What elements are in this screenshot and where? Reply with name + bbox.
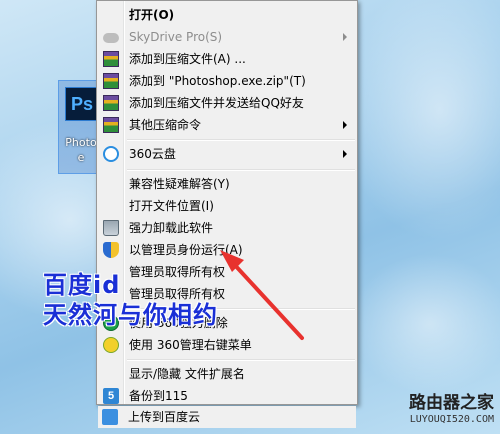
menu-item-label: 使用 360管理右键菜单	[129, 338, 252, 352]
menu-item-compat-troubleshoot[interactable]: 兼容性疑难解答(Y)	[99, 173, 355, 195]
menu-item-skydrive-pro[interactable]: SkyDrive Pro(S)	[99, 26, 355, 48]
menu-item-label: 上传到百度云	[128, 410, 201, 424]
submenu-arrow-icon	[343, 150, 347, 158]
menu-item-open-file-location[interactable]: 打开文件位置(I)	[99, 195, 355, 217]
watermark-url: LUYOUQI520.COM	[409, 414, 494, 425]
menu-item-label: 管理员取得所有权	[129, 265, 226, 279]
winrar-icon	[103, 117, 119, 133]
menu-item-add-and-send-qq[interactable]: 添加到压缩文件并发送给QQ好友	[99, 92, 355, 114]
menu-item-label: 添加到压缩文件并发送给QQ好友	[129, 96, 304, 110]
baidu-cloud-icon	[102, 409, 118, 425]
context-menu: 打开(O) SkyDrive Pro(S) 添加到压缩文件(A) ... 添加到…	[96, 0, 358, 405]
menu-item-360-cloud[interactable]: 360云盘	[99, 143, 355, 165]
uac-shield-icon	[103, 242, 119, 258]
desktop-icon-label: Photo e	[65, 136, 97, 164]
menu-item-backup-115[interactable]: 5 备份到115	[99, 385, 355, 407]
menu-item-label: 兼容性疑难解答(Y)	[129, 177, 230, 191]
submenu-arrow-icon	[343, 121, 347, 129]
menu-item-open[interactable]: 打开(O)	[99, 4, 355, 26]
menu-item-label: SkyDrive Pro(S)	[129, 30, 223, 44]
watermark-title: 路由器之家	[409, 393, 494, 413]
menu-item-other-compress[interactable]: 其他压缩命令	[99, 114, 355, 136]
menu-item-take-ownership[interactable]: 管理员取得所有权	[99, 261, 355, 283]
menu-item-label: 备份到115	[129, 389, 188, 403]
menu-item-label: 其他压缩命令	[129, 118, 202, 132]
menu-separator	[127, 139, 355, 141]
menu-item-label: 360云盘	[129, 147, 176, 161]
360-plus-icon	[103, 337, 119, 353]
menu-item-add-to-zip[interactable]: 添加到 "Photoshop.exe.zip"(T)	[99, 70, 355, 92]
watermark: 路由器之家 LUYOUQI520.COM	[364, 392, 494, 432]
submenu-arrow-icon	[343, 33, 347, 41]
115-icon: 5	[103, 388, 119, 404]
winrar-icon	[103, 51, 119, 67]
menu-separator	[127, 169, 355, 171]
menu-item-label: 强力卸载此软件	[129, 221, 214, 235]
menu-item-label: 打开(O)	[129, 8, 175, 22]
winrar-icon	[103, 95, 119, 111]
cloud-icon	[103, 33, 119, 43]
360-cloud-icon	[103, 146, 119, 162]
menu-item-label: 打开文件位置(I)	[129, 199, 214, 213]
menu-item-upload-baidu[interactable]: 上传到百度云	[98, 406, 356, 428]
menu-item-add-to-archive[interactable]: 添加到压缩文件(A) ...	[99, 48, 355, 70]
menu-item-360-manage-menu[interactable]: 使用 360管理右键菜单	[99, 334, 355, 356]
photoshop-icon: Ps	[65, 87, 99, 121]
menu-item-label: 添加到 "Photoshop.exe.zip"(T)	[129, 74, 306, 88]
menu-item-label: 以管理员身份运行(A)	[129, 243, 243, 257]
menu-item-label: 添加到压缩文件(A) ...	[129, 52, 246, 66]
menu-item-label: 显示/隐藏 文件扩展名	[129, 367, 245, 381]
overlay-text-line2: 天然河与你相约	[43, 301, 218, 329]
trash-icon	[103, 220, 119, 236]
menu-item-force-uninstall[interactable]: 强力卸载此软件	[99, 217, 355, 239]
menu-item-toggle-extensions[interactable]: 显示/隐藏 文件扩展名	[99, 363, 355, 385]
winrar-icon	[103, 73, 119, 89]
menu-item-run-as-admin[interactable]: 以管理员身份运行(A)	[99, 239, 355, 261]
menu-separator	[127, 359, 355, 361]
